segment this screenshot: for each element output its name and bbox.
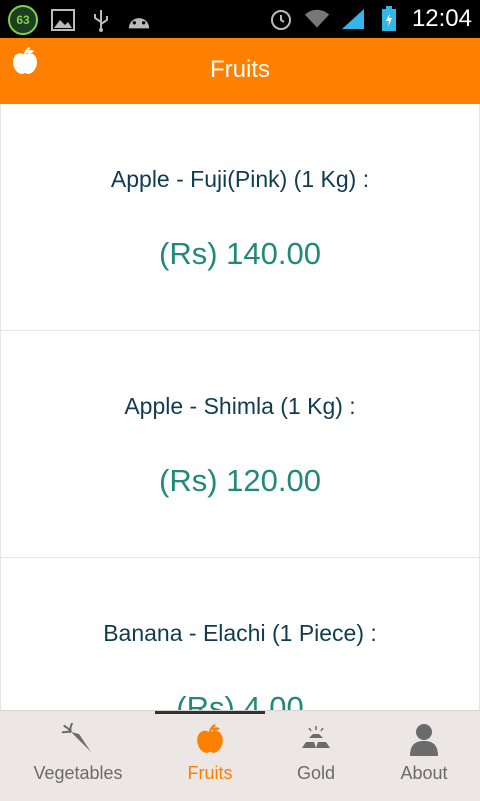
android-icon — [126, 7, 152, 33]
item-name: Apple - Shimla (1 Kg) : — [124, 393, 356, 419]
item-name: Banana - Elachi (1 Piece) : — [103, 620, 377, 646]
status-time: 12:04 — [411, 5, 472, 32]
tab-label: Gold — [296, 763, 336, 783]
item-price: (Rs) 4.00 — [176, 690, 304, 710]
item-name: Apple - Fuji(Pink) (1 Kg) : — [110, 166, 370, 192]
gold-bars-icon — [298, 721, 334, 757]
list-item[interactable]: Apple - Fuji(Pink) (1 Kg) : (Rs) 140.00 — [0, 104, 480, 331]
person-icon — [406, 721, 442, 757]
alarm-icon — [268, 6, 294, 32]
wifi-icon — [304, 6, 330, 32]
item-price: (Rs) 140.00 — [159, 236, 321, 271]
tab-label: About — [400, 763, 448, 783]
tab-gold[interactable]: Gold — [256, 711, 376, 801]
tab-fruits[interactable]: Fruits — [150, 711, 270, 801]
app-header: Fruits — [0, 38, 480, 104]
tab-vegetables[interactable]: Vegetables — [18, 711, 138, 801]
fruit-list[interactable]: Apple - Fuji(Pink) (1 Kg) : (Rs) 140.00 … — [0, 104, 480, 710]
carrot-icon — [60, 721, 96, 757]
tab-label: Vegetables — [33, 763, 123, 783]
page-title: Fruits — [210, 56, 270, 83]
gallery-icon — [50, 7, 76, 33]
tab-label: Fruits — [187, 763, 233, 783]
signal-icon — [340, 6, 366, 32]
bottom-navigation: Vegetables Fruits Gold About — [0, 710, 480, 801]
list-item[interactable]: Apple - Shimla (1 Kg) : (Rs) 120.00 — [0, 331, 480, 558]
usb-icon — [88, 7, 114, 33]
apple-icon — [192, 721, 228, 757]
list-item[interactable]: Banana - Elachi (1 Piece) : (Rs) 4.00 — [0, 558, 480, 710]
tab-about[interactable]: About — [364, 711, 480, 801]
status-bar: 63 12:04 — [0, 0, 480, 38]
battery-icon — [376, 6, 402, 32]
notification-count-badge: 63 — [8, 5, 38, 35]
item-price: (Rs) 120.00 — [159, 463, 321, 498]
